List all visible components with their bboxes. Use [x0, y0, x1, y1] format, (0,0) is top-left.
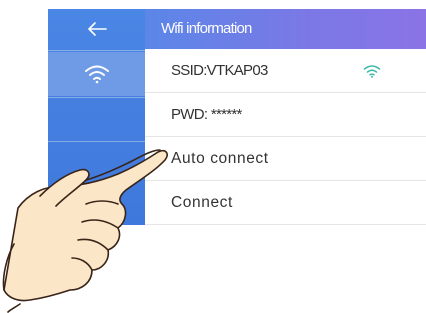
- ssid-label: SSID:VTKAP03: [171, 62, 268, 79]
- wifi-signal-icon: [363, 65, 381, 78]
- back-arrow-icon: [87, 22, 107, 36]
- sidebar-item-wifi[interactable]: [48, 52, 145, 96]
- sidebar-divider: [48, 141, 145, 142]
- page-title: Wifi information: [161, 20, 252, 37]
- pointing-hand-illustration: [2, 149, 168, 313]
- wifi-icon: [84, 65, 109, 84]
- ssid-row: SSID:VTKAP03: [145, 49, 426, 93]
- password-row: PWD: ******: [145, 93, 426, 137]
- title-bar: Wifi information: [145, 9, 426, 49]
- back-button[interactable]: [48, 9, 145, 49]
- password-label: PWD: ******: [171, 106, 242, 123]
- sidebar-divider: [48, 97, 145, 98]
- sidebar-divider: [48, 50, 145, 51]
